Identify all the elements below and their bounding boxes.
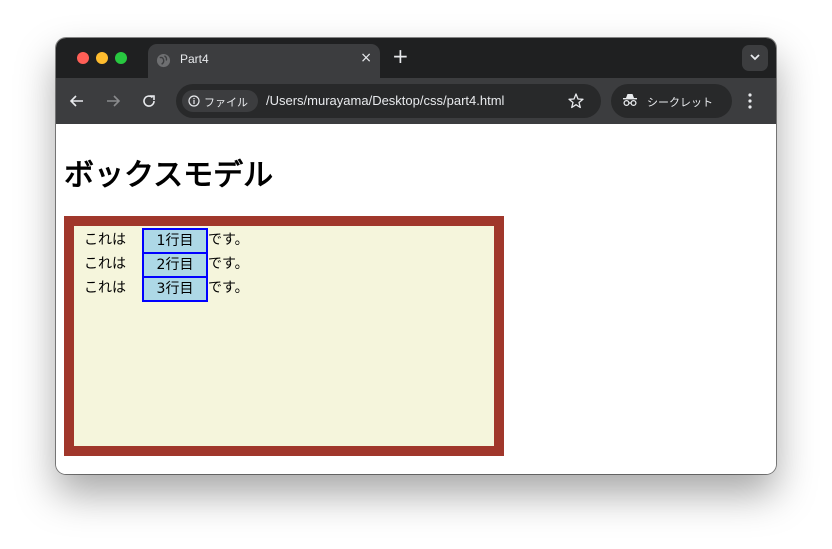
- new-tab-button[interactable]: +: [392, 46, 409, 66]
- incognito-icon: [623, 94, 637, 107]
- site-info-chip[interactable]: ファイル: [182, 90, 258, 112]
- incognito-badge[interactable]: シークレット: [611, 84, 732, 118]
- zoom-window-button[interactable]: [115, 52, 127, 64]
- row-suffix: です。: [208, 280, 249, 296]
- more-menu-icon[interactable]: [746, 91, 754, 111]
- row-prefix: これは: [84, 256, 126, 272]
- close-window-button[interactable]: [77, 52, 89, 64]
- row-suffix: です。: [208, 256, 249, 272]
- row-prefix: これは: [84, 232, 126, 248]
- tab-close-icon[interactable]: ×: [360, 50, 372, 66]
- inner-box: 2行目: [142, 252, 208, 278]
- tab-strip: Part4 × +: [56, 38, 776, 78]
- globe-icon: [156, 53, 171, 68]
- page-title: ボックスモデル: [64, 158, 274, 193]
- tab-search-button[interactable]: [742, 45, 768, 71]
- chevron-down-icon: [750, 54, 760, 61]
- tab-title: Part4: [180, 52, 209, 66]
- url-text[interactable]: /Users/murayama/Desktop/css/part4.html: [266, 93, 504, 108]
- address-bar[interactable]: ファイル /Users/murayama/Desktop/css/part4.h…: [176, 84, 601, 118]
- browser-window: Part4 × + ファイル /Users/murayama/Desktop/c…: [56, 38, 776, 474]
- info-icon: [188, 95, 200, 107]
- reload-icon[interactable]: [140, 92, 158, 110]
- back-arrow-icon[interactable]: [68, 92, 86, 110]
- outer-box: これは 1行目 です。 これは 2行目 です。 これは 3行目 です。: [64, 216, 504, 456]
- page-content: ボックスモデル これは 1行目 です。 これは 2行目 です。 これは 3行目 …: [56, 124, 776, 474]
- inner-box: 3行目: [142, 276, 208, 302]
- bookmark-star-icon[interactable]: [567, 92, 585, 110]
- security-chip-label: ファイル: [204, 96, 248, 109]
- minimize-window-button[interactable]: [96, 52, 108, 64]
- row-suffix: です。: [208, 232, 249, 248]
- incognito-label: シークレット: [647, 96, 713, 109]
- tab-part4[interactable]: Part4 ×: [148, 44, 380, 78]
- forward-arrow-icon[interactable]: [104, 92, 122, 110]
- toolbar: ファイル /Users/murayama/Desktop/css/part4.h…: [56, 78, 776, 124]
- row-prefix: これは: [84, 280, 126, 296]
- inner-box: 1行目: [142, 228, 208, 254]
